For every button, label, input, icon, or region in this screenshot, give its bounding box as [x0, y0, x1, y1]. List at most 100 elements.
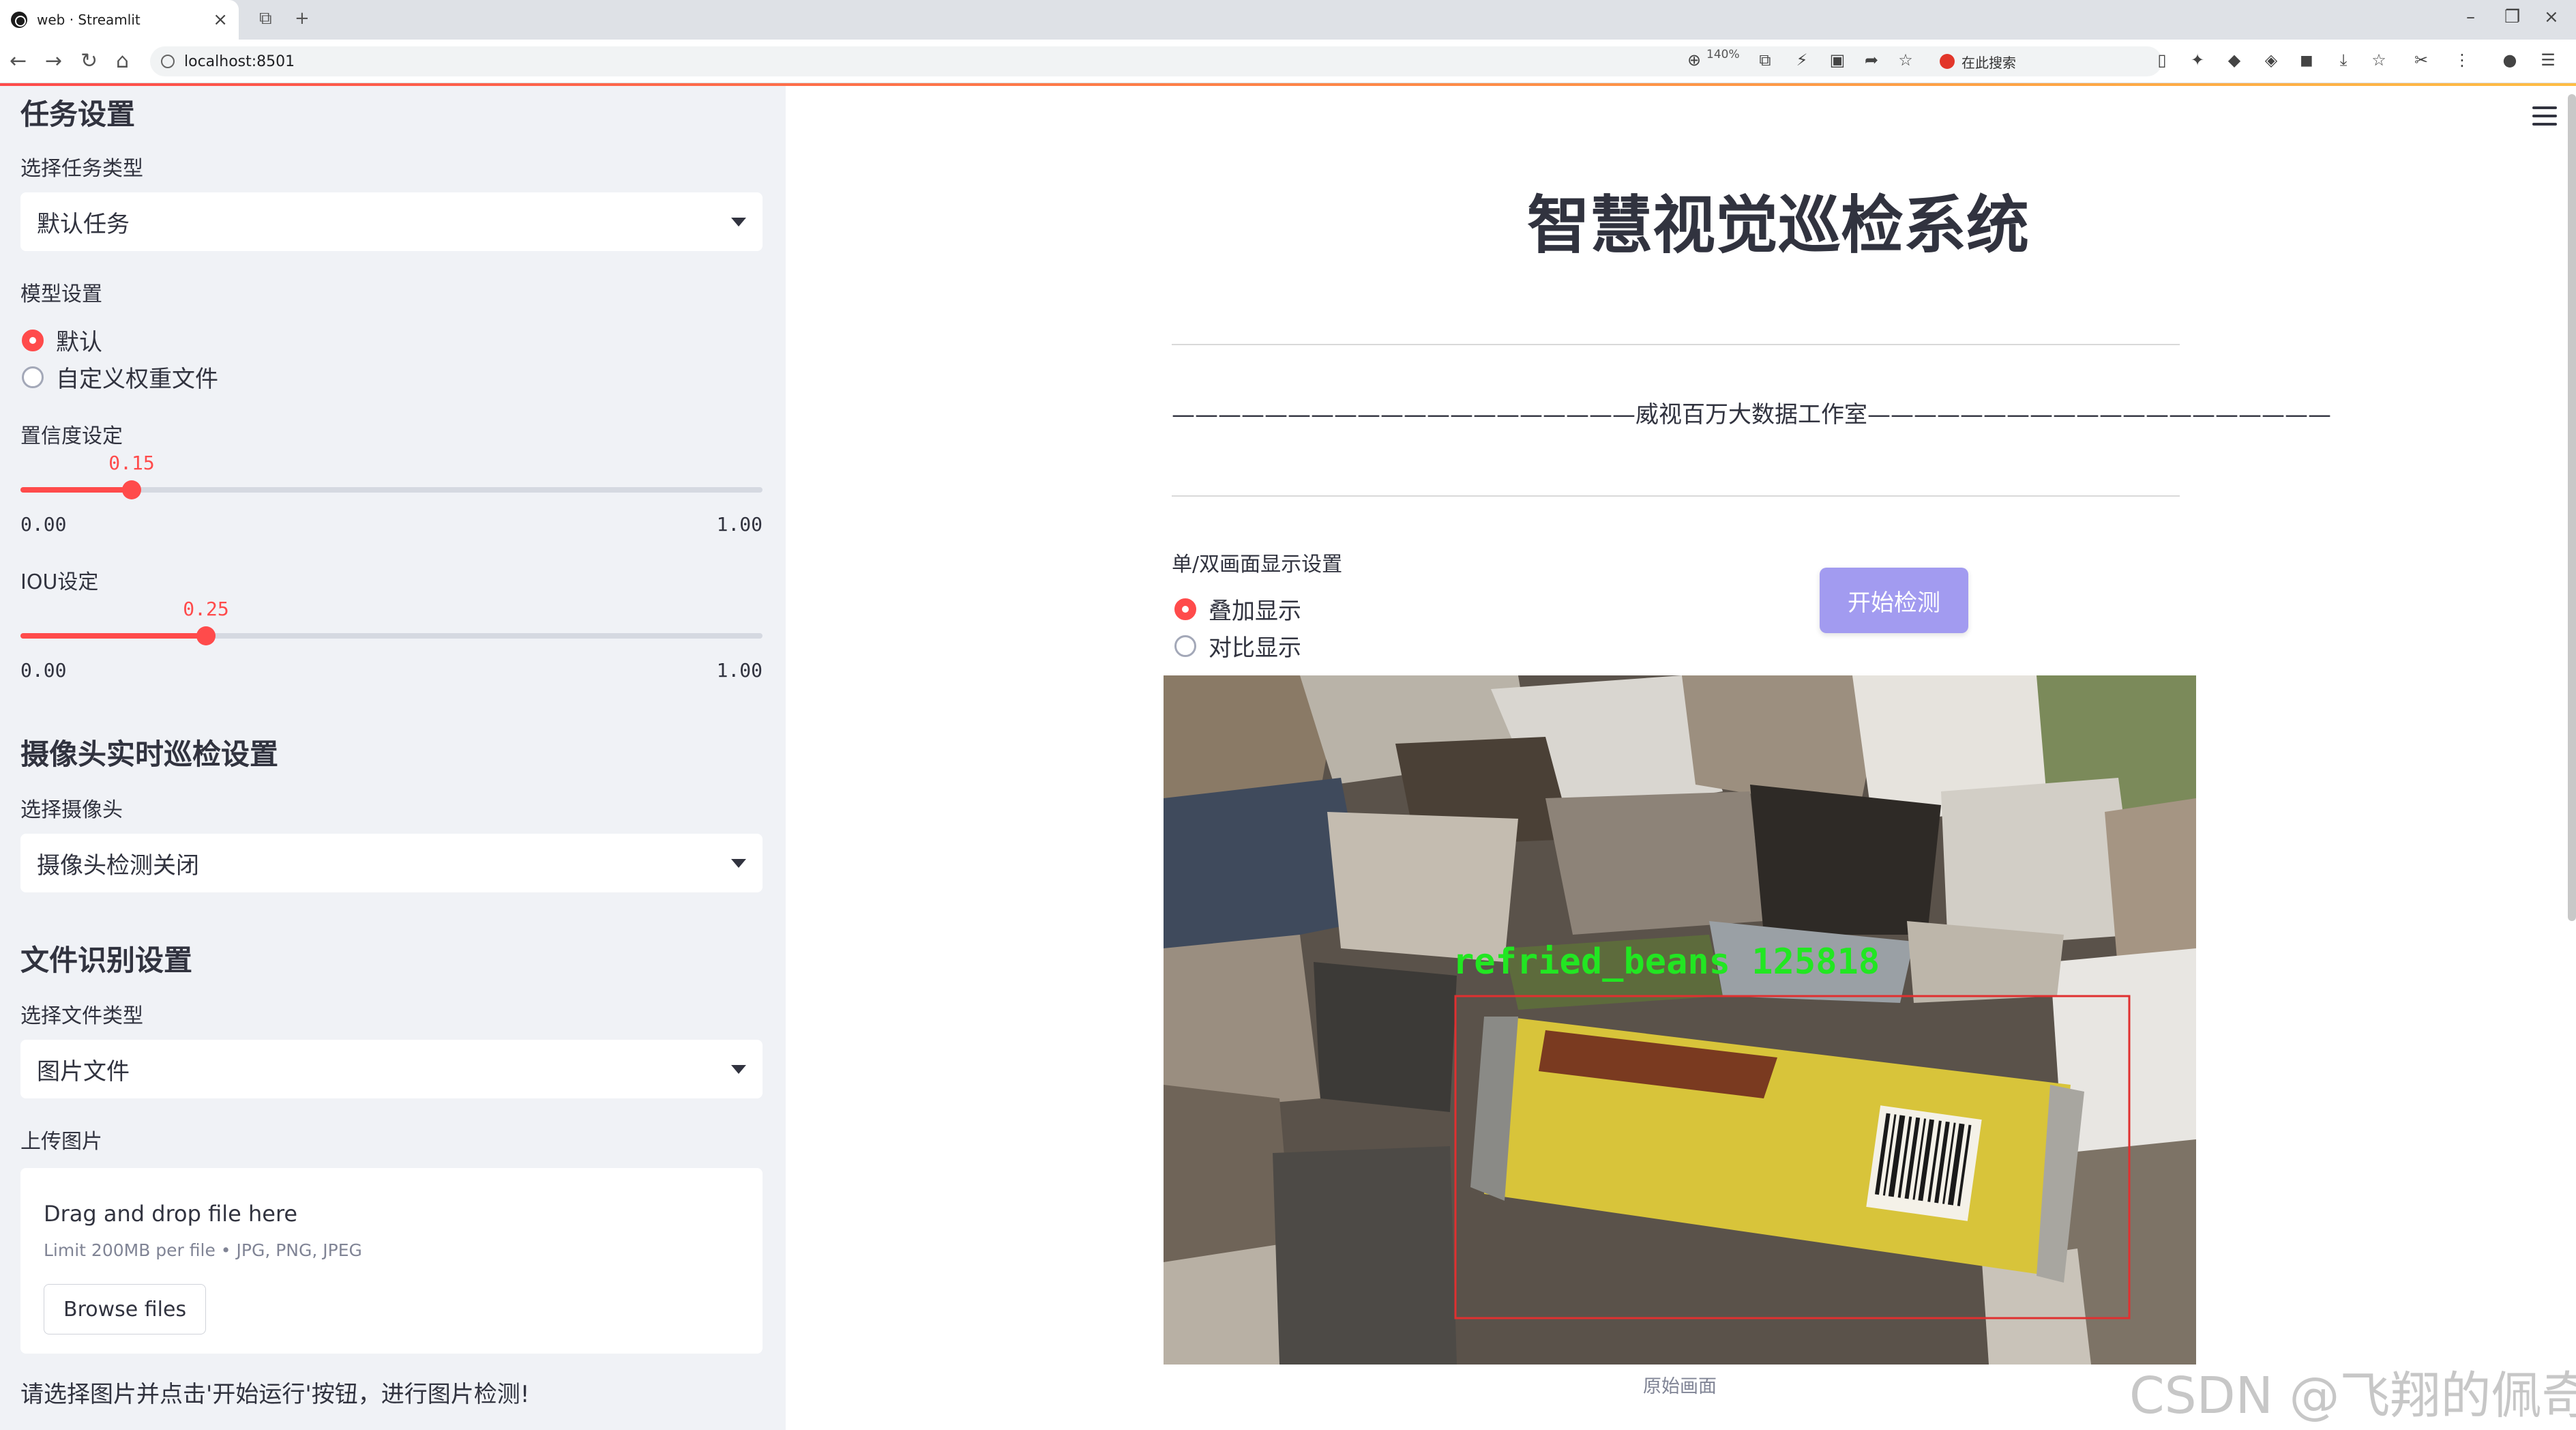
upload-label: 上传图片 — [20, 1130, 102, 1154]
share-icon[interactable]: ➦ — [1858, 46, 1885, 74]
detection-result-image: refried_beans 125818 — [1164, 675, 2196, 1365]
back-icon[interactable]: ← — [10, 49, 27, 73]
confidence-value: 0.15 — [108, 452, 155, 474]
camera-select[interactable]: 摄像头检测关闭 — [20, 834, 763, 892]
tab-groups-icon[interactable]: ⧉ — [259, 8, 272, 29]
watermark: CSDN @飞翔的佩奇 — [2129, 1367, 2576, 1425]
streamlit-favicon-icon — [11, 12, 27, 28]
radio-selected-icon[interactable] — [1174, 598, 1196, 620]
slider-thumb[interactable] — [122, 480, 141, 499]
page-title: 智慧视觉巡检系统 — [1526, 189, 2029, 262]
slider-thumb[interactable] — [196, 626, 216, 645]
file-uploader-dropzone[interactable]: Drag and drop file here Limit 200MB per … — [20, 1168, 763, 1354]
chevron-down-icon — [731, 217, 746, 227]
dropzone-limit: Limit 200MB per file • JPG, PNG, JPEG — [44, 1240, 362, 1260]
zoom-level[interactable]: 140% — [1706, 48, 1740, 61]
divider — [1172, 495, 2180, 497]
lightning-icon[interactable]: ⚡ — [1788, 46, 1816, 74]
model-label: 模型设置 — [20, 282, 102, 306]
avatar-icon[interactable]: ● — [2496, 46, 2523, 74]
file-type-value: 图片文件 — [37, 1057, 130, 1085]
file-type-label: 选择文件类型 — [20, 1004, 143, 1028]
display-option-label: 叠加显示 — [1209, 598, 1301, 625]
screenshot-icon[interactable]: ▣ — [1824, 46, 1851, 74]
tab-title: web · Streamlit — [37, 12, 140, 28]
new-tab-icon[interactable]: + — [295, 8, 310, 29]
radio-icon[interactable] — [22, 366, 44, 388]
tablet-icon[interactable]: ▯ — [2148, 46, 2176, 74]
extension-icon[interactable]: ◈ — [2257, 46, 2285, 74]
studio-line: ————————————————————威视百万大数据工作室——————————… — [1172, 401, 2331, 428]
display-option-compare[interactable]: 对比显示 — [1174, 629, 1301, 662]
confidence-label: 置信度设定 — [20, 424, 123, 448]
zoom-icon[interactable]: ⊕ — [1681, 46, 1708, 74]
search-placeholder: 在此搜索 — [1961, 54, 2016, 71]
iou-slider[interactable]: 0.25 0.00 1.00 — [20, 594, 763, 682]
favorites-icon[interactable]: ☆ — [2365, 46, 2393, 74]
more-vertical-icon[interactable]: ⋮ — [2448, 46, 2476, 74]
model-option-custom[interactable]: 自定义权重文件 — [22, 360, 218, 394]
site-info-icon[interactable] — [161, 55, 175, 68]
scissors-icon[interactable]: ✂ — [2408, 46, 2435, 74]
slider-fill — [20, 487, 132, 493]
tab-close-icon[interactable]: × — [213, 10, 228, 30]
menu-icon[interactable]: ☰ — [2534, 46, 2562, 74]
task-type-select[interactable]: 默认任务 — [20, 192, 763, 251]
model-option-label: 默认 — [56, 329, 102, 356]
browser-tab-bar: web · Streamlit × ⧉ + – ❐ × — [0, 0, 2576, 40]
slider-min: 0.00 — [20, 659, 67, 682]
search-box[interactable]: 在此搜索 — [1930, 46, 2148, 76]
camera-section-title: 摄像头实时巡检设置 — [20, 738, 279, 771]
slider-min: 0.00 — [20, 513, 67, 536]
restore-icon[interactable]: ❐ — [2504, 7, 2520, 27]
display-option-label: 对比显示 — [1209, 634, 1301, 662]
address-toolbar: ← → ↻ ⌂ localhost:8501 ⊕ 140% ⧉ ⚡ ▣ ➦ ☆ … — [0, 40, 2576, 83]
detection-label: refried_beans 125818 — [1453, 942, 1880, 982]
forward-icon[interactable]: → — [45, 49, 62, 73]
radio-selected-icon[interactable] — [22, 329, 44, 351]
browse-files-button[interactable]: Browse files — [44, 1284, 207, 1334]
radio-icon[interactable] — [1174, 634, 1196, 657]
image-caption: 原始画面 — [1643, 1376, 1717, 1397]
scrollbar[interactable] — [2568, 94, 2576, 921]
slider-max: 1.00 — [716, 659, 763, 682]
task-type-label: 选择任务类型 — [20, 157, 143, 181]
reload-icon[interactable]: ↻ — [80, 49, 98, 73]
main-menu-icon[interactable] — [2532, 106, 2557, 126]
model-option-label: 自定义权重文件 — [56, 366, 218, 393]
browser-tab[interactable]: web · Streamlit × — [0, 0, 239, 40]
display-option-overlay[interactable]: 叠加显示 — [1174, 592, 1301, 626]
bookmark-star-icon[interactable]: ☆ — [1892, 46, 1919, 74]
extension-icon[interactable]: ◼ — [2293, 46, 2320, 74]
file-type-select[interactable]: 图片文件 — [20, 1040, 763, 1098]
sidebar: 任务设置 选择任务类型 默认任务 模型设置 默认 自定义权重文件 置信度设定 0… — [0, 86, 786, 1430]
start-detection-button[interactable]: 开始检测 — [1820, 568, 1968, 633]
translate-icon[interactable]: ⧉ — [1751, 46, 1779, 74]
divider — [1172, 344, 2180, 345]
window-close-icon[interactable]: × — [2544, 7, 2559, 27]
dropzone-title: Drag and drop file here — [44, 1201, 298, 1227]
iou-value: 0.25 — [183, 598, 229, 620]
download-icon[interactable]: ⤓ — [2330, 46, 2357, 74]
collage-image — [1164, 675, 2196, 1365]
chevron-down-icon — [731, 858, 746, 868]
extension-icon[interactable]: ◆ — [2221, 46, 2248, 74]
url-text: localhost:8501 — [184, 53, 295, 70]
task-type-value: 默认任务 — [37, 210, 130, 238]
chevron-down-icon — [731, 1064, 746, 1074]
file-section-title: 文件识别设置 — [20, 944, 193, 977]
model-option-default[interactable]: 默认 — [22, 323, 102, 357]
camera-label: 选择摄像头 — [20, 798, 123, 822]
iou-label: IOU设定 — [20, 570, 99, 594]
extension-icon[interactable]: ✦ — [2184, 46, 2211, 74]
slider-fill — [20, 633, 206, 639]
sidebar-hint: 请选择图片并点击'开始运行'按钮，进行图片检测! — [20, 1381, 530, 1408]
display-mode-label: 单/双画面显示设置 — [1172, 553, 1343, 577]
confidence-slider[interactable]: 0.15 0.00 1.00 — [20, 448, 763, 536]
camera-value: 摄像头检测关闭 — [37, 851, 199, 879]
search-engine-icon[interactable] — [1940, 54, 1955, 69]
main-content: 智慧视觉巡检系统 ————————————————————威视百万大数据工作室—… — [786, 86, 2576, 1430]
slider-max: 1.00 — [716, 513, 763, 536]
minimize-icon[interactable]: – — [2466, 7, 2475, 27]
home-icon[interactable]: ⌂ — [116, 49, 129, 73]
